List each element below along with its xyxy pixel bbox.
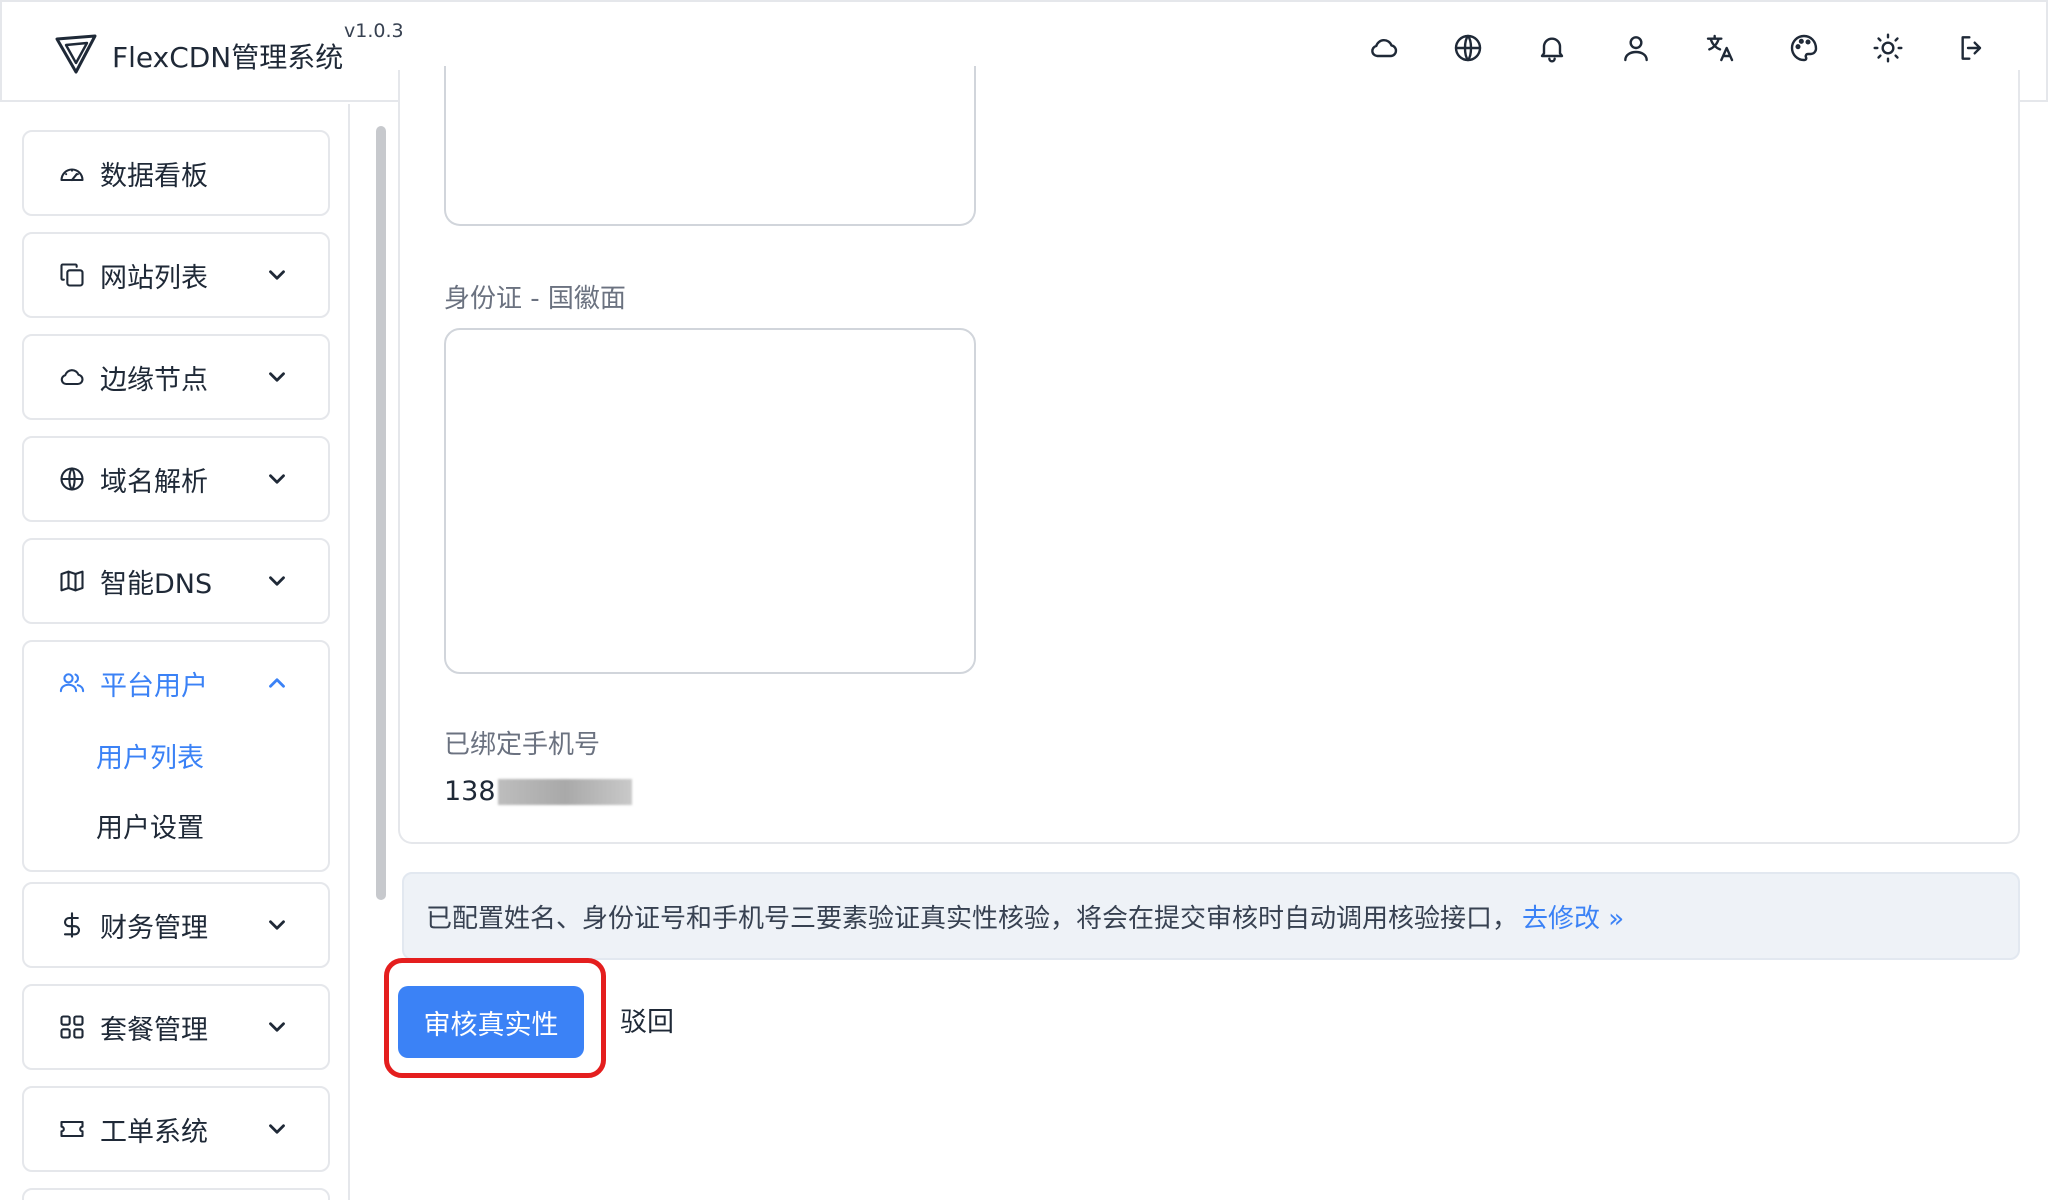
sidebar-item-label: 平台用户 [100,670,208,702]
sidebar-item-label: 工单系统 [100,1116,208,1148]
app-version: v1.0.3 [344,20,404,42]
brand[interactable]: FlexCDN管理系统 v1.0.3 [54,20,404,76]
bell-icon[interactable] [1534,30,1570,66]
sidebar-item-label: 财务管理 [100,912,208,944]
chevron-down-icon [269,920,285,930]
copy-icon [60,263,84,287]
notice-edit-link[interactable]: 去修改 » [1522,898,1624,935]
chevron-down-icon [269,1022,285,1032]
sidebar-item-packages[interactable]: 套餐管理 [22,984,330,1070]
sidebar-item-tickets[interactable]: 工单系统 [22,1086,330,1172]
sidebar-item-websites[interactable]: 网站列表 [22,232,330,318]
phone-mask [497,778,632,805]
phone-prefix: 138 [444,776,496,807]
sidebar-subitem-user-list[interactable]: 用户列表 [24,724,328,794]
cloud-icon [60,369,84,386]
id-back-label: 身份证 - 国徽面 [444,284,626,314]
palette-icon[interactable] [1786,30,1822,66]
chevron-down-icon [269,270,285,280]
notice-text: 已配置姓名、身份证号和手机号三要素验证真实性核验，将会在提交审核时自动调用核验接… [426,903,1519,934]
sidebar-item-label: 域名解析 [100,466,208,498]
cloud-icon[interactable] [1366,30,1402,66]
sidebar-item-smart-dns[interactable]: 智能DNS [22,538,330,624]
sidebar-item-platform-users[interactable]: 平台用户 用户列表 用户设置 [22,640,330,872]
ticket-icon [60,1120,84,1138]
chevron-down-icon [269,576,285,586]
translate-icon[interactable] [1702,30,1738,66]
sidebar-item-label: 网站列表 [100,262,208,294]
chevron-down-icon [269,474,285,484]
globe-icon [60,467,84,491]
sidebar-item-label: 智能DNS [100,568,213,600]
approve-button[interactable]: 审核真实性 [398,986,584,1058]
header-actions [1366,30,1990,66]
chevron-down-icon [269,372,285,382]
sidebar-item-dashboard[interactable]: 数据看板 [22,130,330,216]
sidebar-item-label: 套餐管理 [100,1014,208,1046]
app-name: FlexCDN管理系统 [112,41,344,74]
sidebar-item-finance[interactable]: 财务管理 [22,882,330,968]
users-icon [59,673,85,693]
logo-icon [55,34,97,74]
chevron-down-icon [269,1124,285,1134]
id-back-image[interactable] [444,328,976,674]
reject-button[interactable]: 驳回 [620,1000,674,1039]
globe-icon[interactable] [1450,30,1486,66]
user-icon[interactable] [1618,30,1654,66]
dollar-icon [63,912,81,938]
verification-notice: 已配置姓名、身份证号和手机号三要素验证真实性核验，将会在提交审核时自动调用核验接… [402,872,2020,960]
phone-label: 已绑定手机号 [444,730,601,760]
map-icon [60,570,84,592]
logout-icon[interactable] [1954,30,1990,66]
phone-value: 138 [444,776,632,807]
sidebar-item-edge-nodes[interactable]: 边缘节点 [22,334,330,420]
dashboard-icon [60,168,84,182]
sidebar: 数据看板 网站列表 边缘节点 域名解析 智能DNS 平台用户 用户列表 用户设置… [0,104,350,1200]
chevron-up-icon [269,678,285,688]
id-front-image[interactable] [444,66,976,226]
sidebar-subitem-user-settings[interactable]: 用户设置 [24,794,328,864]
sidebar-item-more[interactable] [22,1188,330,1200]
sun-icon[interactable] [1870,30,1906,66]
sidebar-item-label: 边缘节点 [100,364,208,396]
user-detail-card: 身份证 - 国徽面 已绑定手机号 138 [398,66,2020,844]
grid-icon [60,1015,84,1039]
sidebar-item-label: 数据看板 [100,160,208,192]
content-scrollbar[interactable] [376,126,386,900]
sidebar-item-dns-resolve[interactable]: 域名解析 [22,436,330,522]
